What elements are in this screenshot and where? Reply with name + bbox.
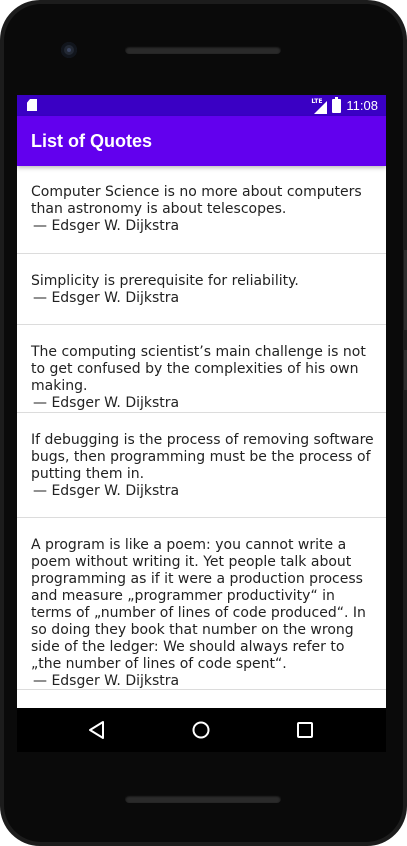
quote-author: — Edsger W. Dijkstra (33, 483, 180, 499)
quote-author: — Edsger W. Dijkstra (33, 290, 180, 306)
status-indicators: LTE 11:08 (311, 95, 378, 116)
quote-author: — Edsger W. Dijkstra (33, 218, 180, 234)
quote-text: A program is like a poem: you cannot wri… (31, 537, 366, 672)
sd-card-icon (27, 99, 37, 111)
list-item[interactable]: The computing scientist’s main challenge… (17, 325, 386, 413)
status-time: 11:08 (346, 98, 378, 113)
status-bar: LTE 11:08 (17, 95, 386, 116)
list-item[interactable]: Computer Science is no more about comput… (17, 166, 386, 254)
front-camera (61, 42, 77, 58)
network-type-label: LTE (311, 98, 323, 105)
quote-text: Simplicity is prerequisite for reliabili… (31, 273, 299, 289)
recents-square-icon[interactable] (294, 719, 316, 741)
navigation-bar (17, 708, 386, 752)
quote-text: Computer Science is no more about comput… (31, 184, 362, 217)
quote-text: The computing scientist’s main challenge… (31, 344, 366, 394)
quote-list[interactable]: Computer Science is no more about comput… (17, 166, 386, 690)
list-item[interactable]: A program is like a poem: you cannot wri… (17, 518, 386, 690)
battery-icon (332, 96, 342, 113)
page-title: List of Quotes (31, 131, 152, 151)
list-item[interactable]: Simplicity is prerequisite for reliabili… (17, 254, 386, 325)
back-triangle-icon[interactable] (87, 719, 109, 741)
home-circle-icon[interactable] (190, 719, 212, 741)
quote-text: If debugging is the process of removing … (31, 432, 374, 482)
bottom-speaker (125, 795, 281, 803)
quote-author: — Edsger W. Dijkstra (33, 673, 180, 689)
quote-author: — Edsger W. Dijkstra (33, 395, 180, 411)
app-screen: LTE 11:08 List of Quotes Computer Scienc… (17, 95, 386, 708)
phone-frame: LTE 11:08 List of Quotes Computer Scienc… (0, 0, 407, 846)
lte-signal-icon: LTE (311, 98, 328, 114)
app-bar: List of Quotes (17, 116, 386, 166)
list-item[interactable]: If debugging is the process of removing … (17, 413, 386, 518)
earpiece-speaker (125, 46, 281, 54)
